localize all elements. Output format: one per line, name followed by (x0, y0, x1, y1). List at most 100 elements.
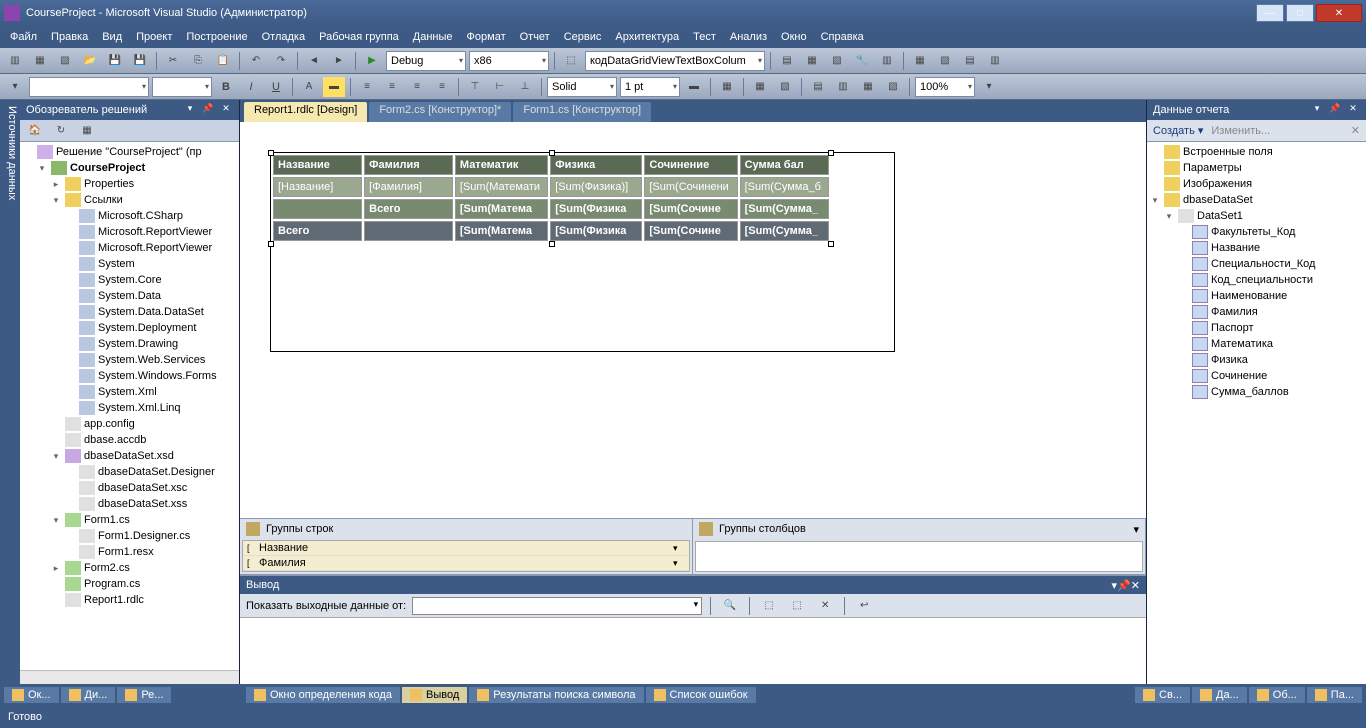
border-width-combo[interactable]: 1 pt (620, 77, 680, 97)
align-center-icon[interactable]: ≡ (381, 77, 403, 97)
rpt-s1-0[interactable] (273, 199, 362, 219)
rd-field-item[interactable]: Паспорт (1149, 320, 1364, 336)
form1-node[interactable]: ▾Form1.cs (22, 512, 237, 528)
doc-tab[interactable]: Form1.cs [Конструктор] (513, 102, 651, 122)
rpt-s1-2[interactable]: [Sum(Матема (455, 199, 548, 219)
menu-team[interactable]: Рабочая группа (313, 29, 405, 45)
rd-close-icon[interactable]: ✕ (1346, 103, 1360, 117)
ext-c-icon[interactable]: ▤ (959, 51, 981, 71)
doc-tab[interactable]: Form2.cs [Конструктор]* (369, 102, 511, 122)
bottom-tab[interactable]: Вывод (402, 687, 467, 703)
menu-build[interactable]: Построение (180, 29, 253, 45)
reference-item[interactable]: System.Deployment (22, 320, 237, 336)
rpt-data-0[interactable]: [Название] (273, 177, 362, 197)
align-left-icon[interactable]: ≡ (356, 77, 378, 97)
dataset-item[interactable]: dbaseDataSet.Designer (22, 464, 237, 480)
valign-top-icon[interactable]: ⊤ (464, 77, 486, 97)
rd-field-item[interactable]: Фамилия (1149, 304, 1364, 320)
reference-item[interactable]: System.Data.DataSet (22, 304, 237, 320)
rpt-s1-5[interactable]: [Sum(Сумма_ (740, 199, 829, 219)
dataset-item[interactable]: dbaseDataSet.xss (22, 496, 237, 512)
save-icon[interactable]: 💾 (104, 51, 126, 71)
project-node[interactable]: ▾CourseProject (22, 160, 237, 176)
menu-help[interactable]: Справка (815, 29, 870, 45)
platform-combo[interactable]: x86 (469, 51, 549, 71)
bottom-tab[interactable]: Да... (1192, 687, 1247, 703)
panel-dropdown-icon[interactable]: ▾ (183, 103, 197, 117)
rd-field-item[interactable]: Название (1149, 240, 1364, 256)
output-source-combo[interactable] (412, 597, 702, 615)
ext-d-icon[interactable]: ▥ (984, 51, 1006, 71)
reference-item[interactable]: System.Xml (22, 384, 237, 400)
rpt-s2-2[interactable]: [Sum(Матема (455, 221, 548, 241)
rpt-s1-4[interactable]: [Sum(Сочине (644, 199, 737, 219)
bottom-tab[interactable]: Результаты поиска символа (469, 687, 643, 703)
toolbox-icon[interactable]: 🔧 (851, 51, 873, 71)
nav-back-icon[interactable]: ◄ (303, 51, 325, 71)
panel-close-icon[interactable]: ✕ (219, 103, 233, 117)
bottom-tab[interactable]: Ди... (61, 687, 116, 703)
nav-fwd-icon[interactable]: ► (328, 51, 350, 71)
copy-icon[interactable]: ⎘ (187, 51, 209, 71)
solution-node[interactable]: Решение "CourseProject" (пр (22, 144, 237, 160)
menu-view[interactable]: Вид (96, 29, 128, 45)
report-table[interactable]: Название Фамилия Математик Физика Сочине… (271, 153, 831, 243)
zoom-combo[interactable]: 100% (915, 77, 975, 97)
panel-pin-icon[interactable]: 📌 (201, 103, 215, 117)
rd-field-item[interactable]: Специальности_Код (1149, 256, 1364, 272)
rpt-data-2[interactable]: [Sum(Математи (455, 177, 548, 197)
rpt-s1-3[interactable]: [Sum(Физика (550, 199, 642, 219)
open-icon[interactable]: 📂 (79, 51, 101, 71)
form2-node[interactable]: ▸Form2.cs (22, 560, 237, 576)
add-item-icon[interactable]: ▦ (29, 51, 51, 71)
bottom-tab[interactable]: Об... (1249, 687, 1305, 703)
reference-item[interactable]: Microsoft.CSharp (22, 208, 237, 224)
menu-debug[interactable]: Отладка (256, 29, 311, 45)
rd-dd-icon[interactable]: ▾ (1310, 103, 1324, 117)
font-combo[interactable] (29, 77, 149, 97)
rd-delete-icon[interactable]: ✕ (1351, 124, 1360, 137)
layout-a-icon[interactable]: ▤ (807, 77, 829, 97)
doc-tab[interactable]: Report1.rdlc [Design] (244, 102, 367, 122)
rd-field-item[interactable]: Наименование (1149, 288, 1364, 304)
ext-a-icon[interactable]: ▦ (909, 51, 931, 71)
maximize-button[interactable]: □ (1286, 4, 1314, 22)
row-group-item[interactable]: [Фамилия▾ (243, 556, 689, 571)
italic-icon[interactable]: I (240, 77, 262, 97)
close-button[interactable]: ✕ (1316, 4, 1362, 22)
rd-params-node[interactable]: Параметры (1149, 160, 1364, 176)
paste-icon[interactable]: 📋 (212, 51, 234, 71)
form1-item[interactable]: Form1.Designer.cs (22, 528, 237, 544)
valign-mid-icon[interactable]: ⊢ (489, 77, 511, 97)
split-icon[interactable]: ▧ (774, 77, 796, 97)
rpt-s2-5[interactable]: [Sum(Сумма_ (740, 221, 829, 241)
properties-icon[interactable]: ▦ (801, 51, 823, 71)
rd-datasource-node[interactable]: ▾dbaseDataSet (1149, 192, 1364, 208)
tool-a-icon[interactable]: ⬚ (560, 51, 582, 71)
rpt-hdr-2[interactable]: Математик (455, 155, 548, 175)
menu-project[interactable]: Проект (130, 29, 178, 45)
report-canvas[interactable]: Название Фамилия Математик Физика Сочине… (270, 152, 895, 352)
rpt-hdr-5[interactable]: Сумма бал (740, 155, 829, 175)
file-item[interactable]: dbase.accdb (22, 432, 237, 448)
minimize-button[interactable]: — (1256, 4, 1284, 22)
reference-item[interactable]: System (22, 256, 237, 272)
groups-dropdown-icon[interactable]: ▾ (1133, 523, 1139, 536)
reference-item[interactable]: System.Data (22, 288, 237, 304)
out-clear-icon[interactable]: ✕ (814, 596, 836, 616)
new-project-icon[interactable]: ▥ (4, 51, 26, 71)
border-style-combo[interactable]: Solid (547, 77, 617, 97)
explorer-icon[interactable]: ▤ (776, 51, 798, 71)
rd-images-node[interactable]: Изображения (1149, 176, 1364, 192)
objbrowser-icon[interactable]: ▧ (826, 51, 848, 71)
report-node[interactable]: Report1.rdlc (22, 592, 237, 608)
new-file-icon[interactable]: ▧ (54, 51, 76, 71)
references-node[interactable]: ▾Ссылки (22, 192, 237, 208)
reference-item[interactable]: System.Drawing (22, 336, 237, 352)
menu-test[interactable]: Тест (687, 29, 722, 45)
output-pin-icon[interactable]: 📌 (1117, 579, 1131, 592)
menu-file[interactable]: Файл (4, 29, 43, 45)
reference-item[interactable]: Microsoft.ReportViewer (22, 224, 237, 240)
out-find-icon[interactable]: 🔍 (719, 596, 741, 616)
bottom-tab[interactable]: Список ошибок (646, 687, 756, 703)
